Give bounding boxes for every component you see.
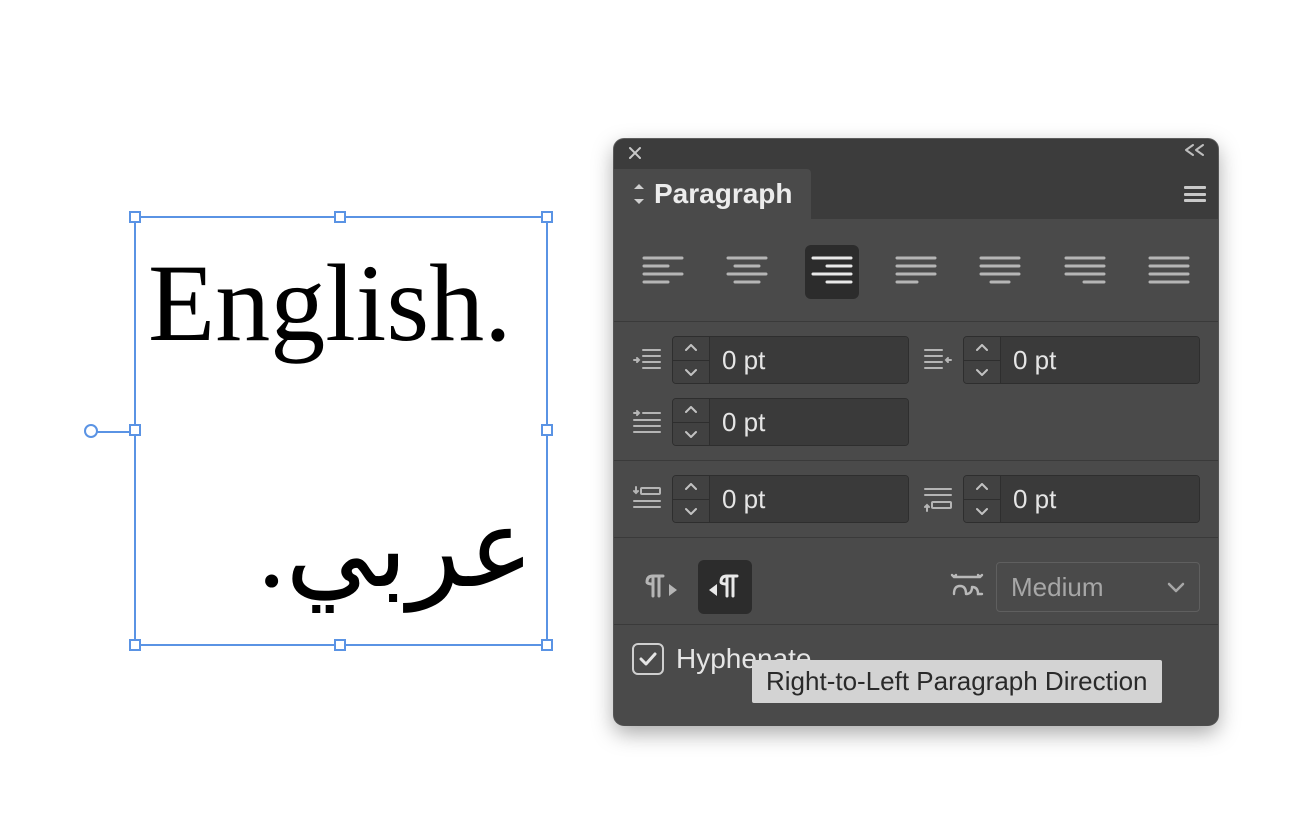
space-before-value[interactable]: 0 pt (710, 476, 908, 522)
thread-out-port-line (96, 431, 130, 433)
text-arabic[interactable]: عربي. (258, 494, 534, 604)
panel-menu-button[interactable] (1172, 169, 1218, 219)
direction-row: Medium (628, 538, 1204, 624)
tooltip: Right-to-Left Paragraph Direction (752, 660, 1162, 703)
indent-row-1: 0 pt 0 pt (628, 322, 1204, 398)
first-line-indent-value[interactable]: 0 pt (710, 399, 908, 445)
justify-last-left-button[interactable] (889, 245, 943, 299)
resize-handle-top-right[interactable] (541, 211, 553, 223)
space-before-stepper[interactable]: 0 pt (672, 475, 909, 523)
kashida-dropdown[interactable]: Medium (996, 562, 1200, 612)
text-frame[interactable]: English. عربي. (134, 216, 548, 646)
kashida-value: Medium (1011, 572, 1103, 603)
resize-handle-bottom-right[interactable] (541, 639, 553, 651)
justify-last-right-button[interactable] (1058, 245, 1112, 299)
first-line-indent-icon (632, 407, 662, 437)
tab-expand-icon (632, 183, 646, 205)
justify-last-center-button[interactable] (973, 245, 1027, 299)
hamburger-icon (1184, 186, 1206, 202)
space-after-stepper[interactable]: 0 pt (963, 475, 1200, 523)
panel-tabbar: Paragraph (614, 169, 1218, 219)
stepper-down[interactable] (964, 500, 1000, 523)
stepper-up[interactable] (673, 337, 709, 361)
alignment-row (628, 231, 1204, 321)
resize-handle-top-middle[interactable] (334, 211, 346, 223)
resize-handle-bottom-middle[interactable] (334, 639, 346, 651)
close-icon[interactable] (624, 142, 646, 164)
panel-body: 0 pt 0 pt (614, 219, 1218, 693)
indent-left-icon (632, 345, 662, 375)
stepper-down[interactable] (673, 361, 709, 384)
space-before-icon (632, 484, 662, 514)
resize-handle-bottom-left[interactable] (129, 639, 141, 651)
justify-all-button[interactable] (1142, 245, 1196, 299)
stepper-up[interactable] (673, 476, 709, 500)
collapse-icon[interactable] (1182, 143, 1206, 162)
resize-handle-middle-left[interactable] (129, 424, 141, 436)
text-english[interactable]: English. (148, 248, 512, 358)
spacing-row: 0 pt 0 pt (628, 461, 1204, 537)
space-after-icon (923, 484, 953, 514)
panel-titlebar[interactable] (614, 139, 1218, 169)
kashida-icon (950, 570, 984, 604)
stepper-up[interactable] (964, 337, 1000, 361)
indent-right-stepper[interactable]: 0 pt (963, 336, 1200, 384)
indent-left-stepper[interactable]: 0 pt (672, 336, 909, 384)
stepper-up[interactable] (673, 399, 709, 423)
stepper-down[interactable] (673, 423, 709, 446)
align-right-button[interactable] (805, 245, 859, 299)
stepper-up[interactable] (964, 476, 1000, 500)
first-line-indent-stepper[interactable]: 0 pt (672, 398, 909, 446)
paragraph-panel: Paragraph (614, 139, 1218, 725)
indent-row-2: 0 pt (628, 398, 1204, 460)
stepper-down[interactable] (964, 361, 1000, 384)
resize-handle-middle-right[interactable] (541, 424, 553, 436)
space-after-value[interactable]: 0 pt (1001, 476, 1199, 522)
rtl-direction-button[interactable] (698, 560, 752, 614)
thread-out-port[interactable] (84, 424, 98, 438)
resize-handle-top-left[interactable] (129, 211, 141, 223)
indent-left-value[interactable]: 0 pt (710, 337, 908, 383)
align-center-button[interactable] (720, 245, 774, 299)
align-left-button[interactable] (636, 245, 690, 299)
indent-right-icon (923, 345, 953, 375)
tab-paragraph[interactable]: Paragraph (614, 169, 811, 219)
stepper-down[interactable] (673, 500, 709, 523)
ltr-direction-button[interactable] (632, 560, 686, 614)
hyphenate-checkbox[interactable] (632, 643, 664, 675)
indent-right-value[interactable]: 0 pt (1001, 337, 1199, 383)
tab-label: Paragraph (654, 178, 793, 210)
